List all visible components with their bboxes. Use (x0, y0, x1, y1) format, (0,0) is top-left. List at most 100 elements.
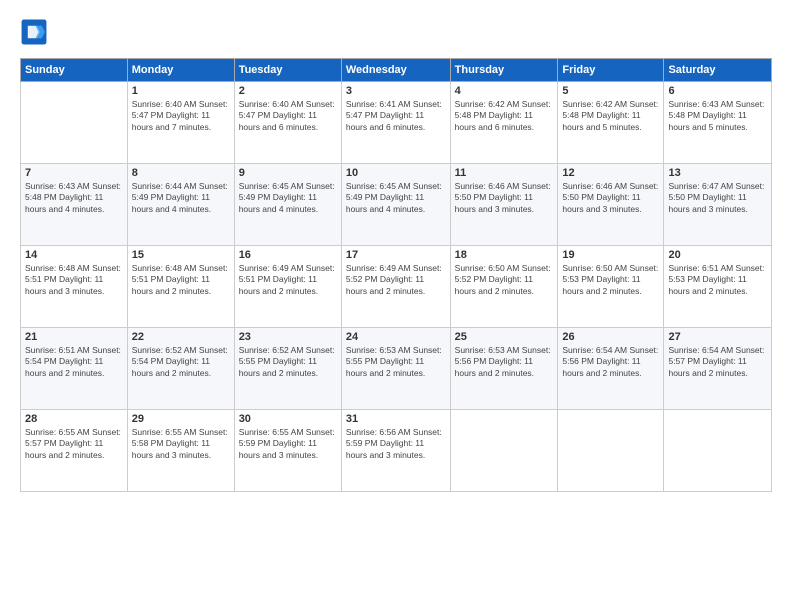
calendar-cell: 12Sunrise: 6:46 AM Sunset: 5:50 PM Dayli… (558, 164, 664, 246)
weekday-header-monday: Monday (127, 59, 234, 82)
day-number: 17 (346, 249, 446, 261)
day-number: 22 (132, 331, 230, 343)
day-number: 5 (562, 85, 659, 97)
day-number: 31 (346, 413, 446, 425)
calendar-cell: 13 Sunrise: 6:47 AM Sunset: 5:50 PM Dayli… (664, 164, 772, 246)
day-number: 7 (25, 167, 123, 179)
calendar-cell (450, 410, 558, 492)
calendar-cell: 3 Sunrise: 6:41 AM Sunset: 5:47 PM Daylig… (341, 82, 450, 164)
calendar-cell (21, 82, 128, 164)
day-number: 11 (455, 167, 554, 179)
day-number: 6 (668, 85, 767, 97)
calendar-cell: 15 Sunrise: 6:48 AM Sunset: 5:51 PM Dayli… (127, 246, 234, 328)
weekday-header-wednesday: Wednesday (341, 59, 450, 82)
day-info: Sunrise: 6:42 AM Sunset: 5:48 PM Dayligh… (562, 99, 659, 133)
day-info: Sunrise: 6:53 AM Sunset: 5:56 PM Dayligh… (455, 345, 554, 379)
calendar: SundayMondayTuesdayWednesdayThursdayFrid… (20, 58, 772, 492)
day-number: 3 (346, 85, 446, 97)
day-number: 30 (239, 413, 337, 425)
weekday-header-friday: Friday (558, 59, 664, 82)
day-info: Sunrise: 6:54 AM Sunset: 5:57 PM Dayligh… (668, 345, 767, 379)
calendar-cell: 19Sunrise: 6:50 AM Sunset: 5:53 PM Dayli… (558, 246, 664, 328)
day-number: 21 (25, 331, 123, 343)
calendar-cell: 23 Sunrise: 6:52 AM Sunset: 5:55 PM Dayli… (234, 328, 341, 410)
logo (20, 18, 52, 46)
calendar-cell: 29Sunrise: 6:55 AM Sunset: 5:58 PM Dayli… (127, 410, 234, 492)
calendar-cell: 28 Sunrise: 6:55 AM Sunset: 5:57 PM Dayli… (21, 410, 128, 492)
weekday-header-sunday: Sunday (21, 59, 128, 82)
day-info: Sunrise: 6:52 AM Sunset: 5:55 PM Dayligh… (239, 345, 337, 379)
week-row-4: 21 Sunrise: 6:51 AM Sunset: 5:54 PM Dayli… (21, 328, 772, 410)
day-number: 9 (239, 167, 337, 179)
calendar-cell: 22Sunrise: 6:52 AM Sunset: 5:54 PM Dayli… (127, 328, 234, 410)
calendar-cell: 17 Sunrise: 6:49 AM Sunset: 5:52 PM Dayli… (341, 246, 450, 328)
day-number: 16 (239, 249, 337, 261)
calendar-cell: 26 Sunrise: 6:54 AM Sunset: 5:56 PM Dayli… (558, 328, 664, 410)
calendar-cell: 21 Sunrise: 6:51 AM Sunset: 5:54 PM Dayli… (21, 328, 128, 410)
calendar-cell: 14Sunrise: 6:48 AM Sunset: 5:51 PM Dayli… (21, 246, 128, 328)
day-info: Sunrise: 6:49 AM Sunset: 5:51 PM Dayligh… (239, 263, 337, 297)
day-number: 20 (668, 249, 767, 261)
day-info: Sunrise: 6:45 AM Sunset: 5:49 PM Dayligh… (346, 181, 446, 215)
day-info: Sunrise: 6:53 AM Sunset: 5:55 PM Dayligh… (346, 345, 446, 379)
day-number: 8 (132, 167, 230, 179)
day-info: Sunrise: 6:55 AM Sunset: 5:57 PM Dayligh… (25, 427, 123, 461)
calendar-cell: 2Sunrise: 6:40 AM Sunset: 5:47 PM Daylig… (234, 82, 341, 164)
day-number: 19 (562, 249, 659, 261)
logo-icon (20, 18, 48, 46)
day-number: 13 (668, 167, 767, 179)
day-info: Sunrise: 6:40 AM Sunset: 5:47 PM Dayligh… (239, 99, 337, 133)
calendar-cell: 9 Sunrise: 6:45 AM Sunset: 5:49 PM Daylig… (234, 164, 341, 246)
page: SundayMondayTuesdayWednesdayThursdayFrid… (0, 0, 792, 612)
day-info: Sunrise: 6:50 AM Sunset: 5:52 PM Dayligh… (455, 263, 554, 297)
day-number: 12 (562, 167, 659, 179)
calendar-cell: 16 Sunrise: 6:49 AM Sunset: 5:51 PM Dayli… (234, 246, 341, 328)
calendar-cell: 20 Sunrise: 6:51 AM Sunset: 5:53 PM Dayli… (664, 246, 772, 328)
day-info: Sunrise: 6:56 AM Sunset: 5:59 PM Dayligh… (346, 427, 446, 461)
day-info: Sunrise: 6:41 AM Sunset: 5:47 PM Dayligh… (346, 99, 446, 133)
calendar-cell: 5 Sunrise: 6:42 AM Sunset: 5:48 PM Daylig… (558, 82, 664, 164)
day-number: 23 (239, 331, 337, 343)
day-info: Sunrise: 6:40 AM Sunset: 5:47 PM Dayligh… (132, 99, 230, 133)
day-number: 15 (132, 249, 230, 261)
day-info: Sunrise: 6:43 AM Sunset: 5:48 PM Dayligh… (25, 181, 123, 215)
week-row-1: 1Sunrise: 6:40 AM Sunset: 5:47 PM Daylig… (21, 82, 772, 164)
calendar-cell: 1Sunrise: 6:40 AM Sunset: 5:47 PM Daylig… (127, 82, 234, 164)
calendar-cell: 25Sunrise: 6:53 AM Sunset: 5:56 PM Dayli… (450, 328, 558, 410)
calendar-cell: 24 Sunrise: 6:53 AM Sunset: 5:55 PM Dayli… (341, 328, 450, 410)
day-info: Sunrise: 6:48 AM Sunset: 5:51 PM Dayligh… (132, 263, 230, 297)
day-info: Sunrise: 6:43 AM Sunset: 5:48 PM Dayligh… (668, 99, 767, 133)
day-number: 26 (562, 331, 659, 343)
weekday-header-row: SundayMondayTuesdayWednesdayThursdayFrid… (21, 59, 772, 82)
day-info: Sunrise: 6:42 AM Sunset: 5:48 PM Dayligh… (455, 99, 554, 133)
weekday-header-tuesday: Tuesday (234, 59, 341, 82)
calendar-cell: 31 Sunrise: 6:56 AM Sunset: 5:59 PM Dayli… (341, 410, 450, 492)
day-number: 29 (132, 413, 230, 425)
day-info: Sunrise: 6:54 AM Sunset: 5:56 PM Dayligh… (562, 345, 659, 379)
day-info: Sunrise: 6:51 AM Sunset: 5:54 PM Dayligh… (25, 345, 123, 379)
calendar-cell: 30Sunrise: 6:55 AM Sunset: 5:59 PM Dayli… (234, 410, 341, 492)
day-info: Sunrise: 6:49 AM Sunset: 5:52 PM Dayligh… (346, 263, 446, 297)
day-number: 4 (455, 85, 554, 97)
calendar-cell (558, 410, 664, 492)
day-info: Sunrise: 6:51 AM Sunset: 5:53 PM Dayligh… (668, 263, 767, 297)
day-number: 27 (668, 331, 767, 343)
day-number: 28 (25, 413, 123, 425)
calendar-cell: 27 Sunrise: 6:54 AM Sunset: 5:57 PM Dayli… (664, 328, 772, 410)
calendar-cell: 11Sunrise: 6:46 AM Sunset: 5:50 PM Dayli… (450, 164, 558, 246)
weekday-header-saturday: Saturday (664, 59, 772, 82)
calendar-cell: 10 Sunrise: 6:45 AM Sunset: 5:49 PM Dayli… (341, 164, 450, 246)
calendar-cell: 8 Sunrise: 6:44 AM Sunset: 5:49 PM Daylig… (127, 164, 234, 246)
day-info: Sunrise: 6:45 AM Sunset: 5:49 PM Dayligh… (239, 181, 337, 215)
week-row-3: 14 Sunrise: 6:48 AM Sunset: 5:51 PM Dayli… (21, 246, 772, 328)
day-number: 10 (346, 167, 446, 179)
calendar-cell: 18Sunrise: 6:50 AM Sunset: 5:52 PM Dayli… (450, 246, 558, 328)
day-number: 14 (25, 249, 123, 261)
calendar-cell: 7 Sunrise: 6:43 AM Sunset: 5:48 PM Daylig… (21, 164, 128, 246)
day-info: Sunrise: 6:47 AM Sunset: 5:50 PM Dayligh… (668, 181, 767, 215)
day-info: Sunrise: 6:44 AM Sunset: 5:49 PM Dayligh… (132, 181, 230, 215)
weekday-header-thursday: Thursday (450, 59, 558, 82)
header (20, 18, 772, 46)
week-row-2: 7 Sunrise: 6:43 AM Sunset: 5:48 PM Daylig… (21, 164, 772, 246)
day-number: 24 (346, 331, 446, 343)
